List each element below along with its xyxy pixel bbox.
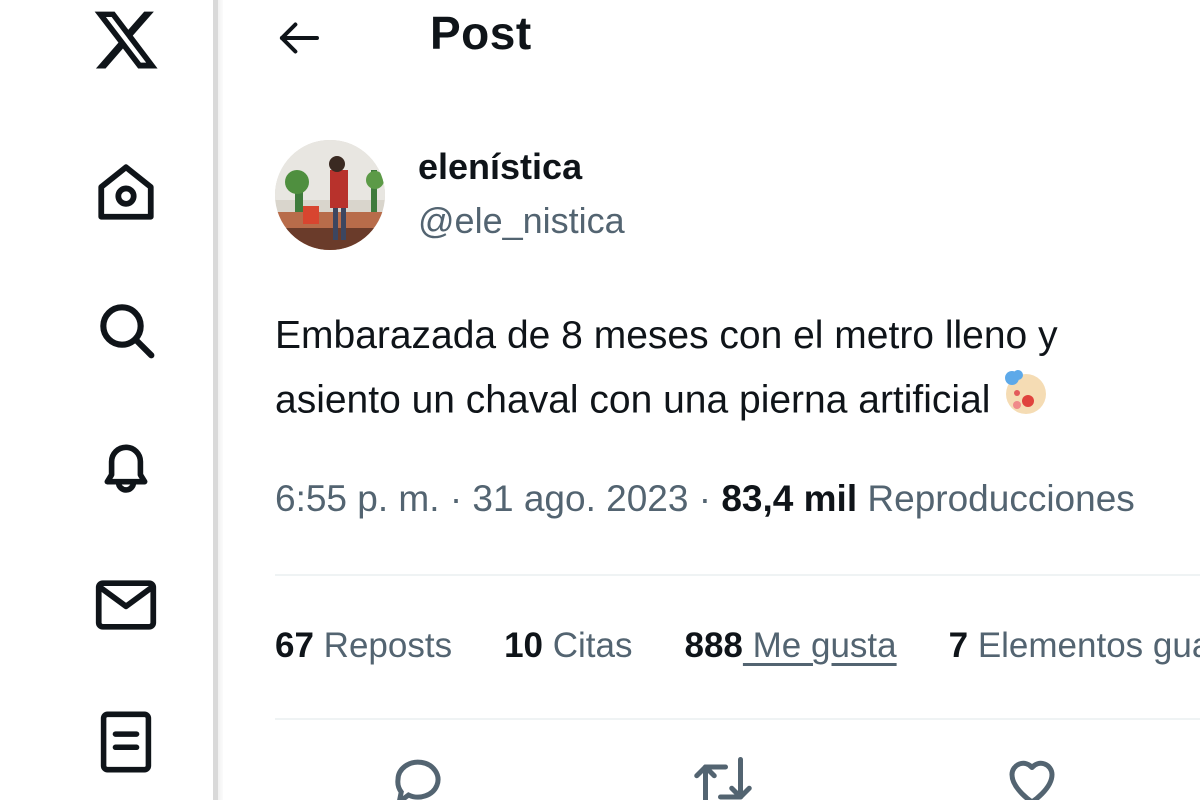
bookmarks-count: 7	[948, 626, 969, 665]
quotes-label: Citas	[552, 626, 633, 665]
reposts-count: 67	[275, 626, 314, 665]
post-metadata: 6:55 p. m. · 31 ago. 2023 · 83,4 mil Rep…	[275, 478, 1135, 520]
post-text-line: Embarazada de 8 meses con el metro lleno…	[275, 314, 1058, 357]
home-icon	[98, 164, 154, 220]
likes-stat[interactable]: 888 Me gusta	[685, 626, 897, 666]
repost-button[interactable]	[688, 752, 758, 800]
post-text: Embarazada de 8 meses con el metro lleno…	[275, 304, 1200, 436]
like-icon	[1009, 760, 1055, 800]
page-title: Post	[430, 7, 532, 59]
list-icon	[100, 711, 152, 773]
bookmarks-stat[interactable]: 7 Elementos guardados	[949, 626, 1200, 666]
bookmarks-label: Elementos guardados	[977, 626, 1200, 665]
engagement-stats: 67 Reposts 10 Citas 888 Me gusta 7 Elemento…	[275, 626, 1200, 666]
column-divider	[213, 0, 223, 800]
nav-home[interactable]	[86, 152, 166, 232]
author-display-name[interactable]: elenística	[418, 146, 582, 188]
divider	[275, 574, 1200, 576]
post-detail: Post elenística @ele_nistica Embarazada …	[223, 0, 1200, 800]
nav-rail	[0, 0, 214, 800]
nav-lists[interactable]	[86, 702, 166, 782]
clown-face-icon	[1002, 368, 1050, 436]
likes-count: 888	[684, 626, 743, 665]
post-date[interactable]: 31 ago. 2023	[472, 478, 688, 519]
repost-icon	[694, 757, 752, 800]
separator: ·	[449, 478, 463, 519]
x-logo-link[interactable]	[86, 0, 166, 80]
views-count: 83,4 mil	[721, 478, 858, 519]
arrow-left-icon	[279, 22, 319, 54]
separator: ·	[698, 478, 712, 519]
reposts-label: Reposts	[323, 626, 453, 665]
quotes-count: 10	[504, 626, 544, 665]
search-icon	[100, 304, 155, 359]
likes-label: Me gusta	[742, 626, 897, 665]
divider	[275, 718, 1200, 720]
reposts-stat[interactable]: 67 Reposts	[275, 626, 452, 666]
post-text-line-content: asiento un chaval con una pierna artific…	[275, 378, 991, 422]
like-button[interactable]	[997, 752, 1067, 800]
nav-messages[interactable]	[86, 565, 166, 645]
mail-icon	[95, 580, 157, 630]
quotes-stat[interactable]: 10 Citas	[504, 626, 632, 666]
nav-explore[interactable]	[86, 290, 166, 370]
post-time[interactable]: 6:55 p. m.	[275, 478, 440, 519]
back-button[interactable]	[275, 14, 323, 62]
post-text-line: asiento un chaval con una pierna artific…	[275, 368, 1200, 436]
views-label: Reproducciones	[867, 478, 1135, 519]
nav-notifications[interactable]	[86, 427, 166, 507]
avatar-image	[275, 140, 385, 250]
reply-icon	[395, 759, 441, 800]
x-logo-icon	[94, 11, 158, 69]
avatar[interactable]	[275, 140, 385, 250]
author-handle[interactable]: @ele_nistica	[418, 200, 625, 242]
reply-button[interactable]	[383, 752, 453, 800]
bell-icon	[104, 444, 148, 493]
